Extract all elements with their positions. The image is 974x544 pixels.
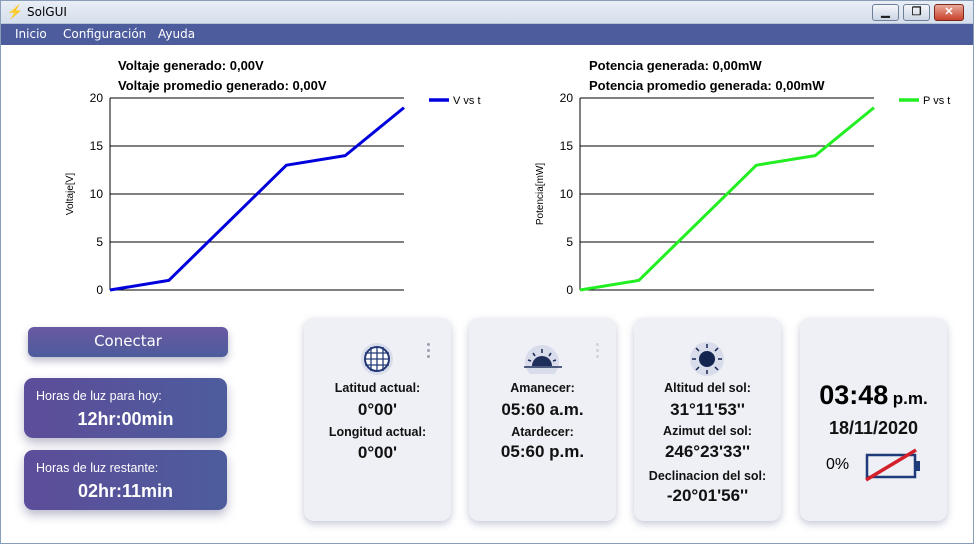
- globe-icon: [361, 343, 393, 375]
- altitude-value: 31°11'53'': [670, 400, 745, 419]
- sunset-value: 05:60 p.m.: [500, 442, 585, 461]
- maximize-icon: ❐: [911, 6, 922, 18]
- daylight-left-card: Horas de luz restante: 02hr:11min: [24, 450, 227, 510]
- power-generated: Potencia generada: 0,00mW: [589, 58, 762, 73]
- azimuth-label: Azimut del sol:: [663, 424, 752, 438]
- declination-value: -20°01'56'': [666, 486, 749, 505]
- sunrise-label: Amanecer:: [510, 381, 575, 395]
- y-tick-label: 15: [90, 139, 104, 153]
- menu-bar: Inicio Configuración Ayuda: [1, 24, 973, 45]
- connect-button[interactable]: Conectar: [28, 327, 228, 357]
- clock-ampm: p.m.: [892, 389, 928, 408]
- y-tick-label: 15: [560, 139, 574, 153]
- legend-label: V vs t: [453, 95, 481, 107]
- daylight-today-value: 12hr:00min: [77, 409, 174, 429]
- y-tick-label: 10: [560, 187, 574, 201]
- daylight-today-label: Horas de luz para hoy:: [36, 389, 162, 403]
- sun-icon: [690, 342, 724, 376]
- app-window: ⚡ SolGUI ▁ ❐ ✕ Inicio Configuración Ayud…: [0, 0, 974, 544]
- y-tick-label: 20: [90, 91, 104, 105]
- location-card: Latitud actual: 0°00' Longitud actual: 0…: [304, 318, 451, 521]
- battery-percent: 0%: [826, 456, 850, 473]
- menu-inicio[interactable]: Inicio: [15, 27, 47, 41]
- voltage-chart-svg: 0 5 10 15 20 Voltaje[V] V vs t: [65, 91, 481, 297]
- series-line: [109, 106, 405, 292]
- minimize-icon: ▁: [881, 6, 890, 18]
- sunset-label: Atardecer:: [511, 425, 574, 439]
- daylight-left-value: 02hr:11min: [77, 481, 174, 501]
- power-chart-svg: 0 5 10 15 20 Potencia[mW] P vs t: [535, 91, 950, 297]
- sun-times-menu-icon[interactable]: [596, 343, 600, 361]
- longitude-value: 0°00': [357, 443, 398, 462]
- y-tick-label: 0: [96, 283, 103, 297]
- longitude-label: Longitud actual:: [328, 425, 427, 439]
- window-title: SolGUI: [27, 5, 67, 19]
- close-button[interactable]: ✕: [934, 4, 964, 21]
- daylight-today-card: Horas de luz para hoy: 12hr:00min: [24, 378, 227, 438]
- y-tick-label: 20: [560, 91, 574, 105]
- battery-empty-icon: [865, 448, 920, 482]
- sun-position-card: Altitud del sol: 31°11'53'' Azimut del s…: [634, 318, 781, 521]
- maximize-button[interactable]: ❐: [903, 4, 930, 21]
- latitude-value: 0°00': [357, 400, 398, 419]
- azimuth-value: 246°23'33'': [664, 442, 751, 461]
- y-tick-label: 5: [566, 235, 573, 249]
- y-tick-label: 10: [90, 187, 104, 201]
- voltage-generated: Voltaje generado: 0,00V: [118, 58, 264, 73]
- y-tick-label: 5: [96, 235, 103, 249]
- clock-card: 03:48 p.m. 18/11/2020 0%: [800, 318, 947, 521]
- menu-configuracion[interactable]: Configuración: [63, 27, 146, 41]
- series-line: [579, 106, 875, 292]
- sunrise-value: 05:60 a.m.: [501, 400, 584, 419]
- location-menu-icon[interactable]: [427, 343, 431, 361]
- declination-label: Declinacion del sol:: [648, 469, 767, 483]
- latitude-label: Latitud actual:: [334, 381, 421, 395]
- sun-times-card: Amanecer: 05:60 a.m. Atardecer: 05:60 p.…: [469, 318, 616, 521]
- y-axis-title: Voltaje[V]: [65, 173, 76, 215]
- daylight-left-label: Horas de luz restante:: [36, 461, 159, 475]
- y-tick-label: 0: [566, 283, 573, 297]
- lightning-icon: ⚡: [7, 4, 24, 19]
- minimize-button[interactable]: ▁: [872, 4, 899, 21]
- voltage-chart: 0 5 10 15 20 Voltaje[V] V vs t: [57, 89, 481, 299]
- clock-time-row: 03:48 p.m.: [800, 380, 947, 411]
- clock-date: 18/11/2020: [828, 418, 919, 438]
- menu-ayuda[interactable]: Ayuda: [158, 27, 195, 41]
- y-axis-title: Potencia[mW]: [535, 163, 546, 225]
- legend-label: P vs t: [923, 95, 950, 107]
- clock-time: 03:48: [819, 380, 889, 410]
- close-icon: ✕: [944, 6, 954, 18]
- title-bar: ⚡ SolGUI ▁ ❐ ✕: [1, 1, 973, 24]
- power-chart: 0 5 10 15 20 Potencia[mW] P vs t: [527, 89, 950, 299]
- sunrise-icon: [524, 345, 562, 374]
- altitude-label: Altitud del sol:: [664, 381, 751, 395]
